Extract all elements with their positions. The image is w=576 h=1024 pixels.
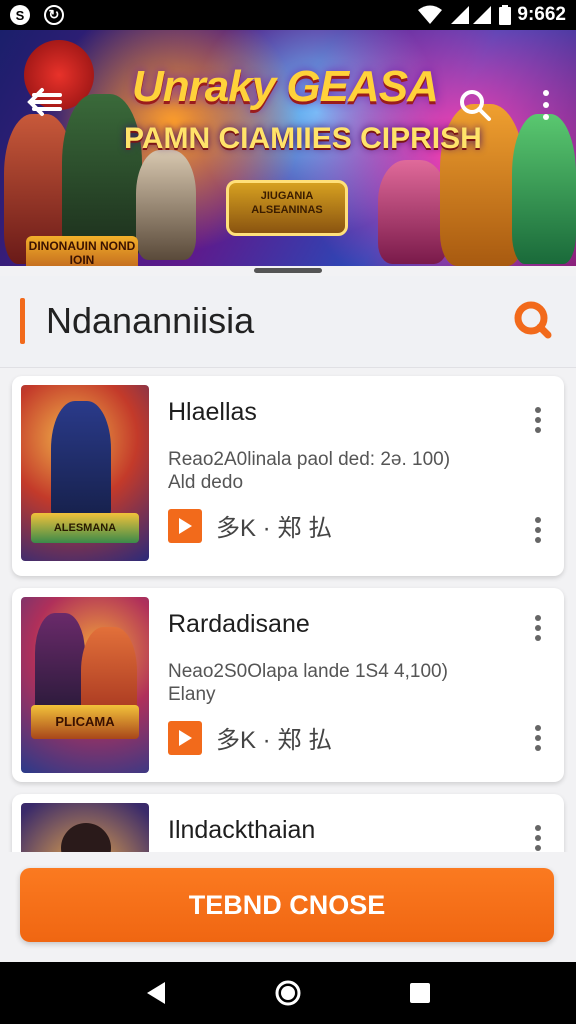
section-title: Ndananniisia (46, 300, 255, 341)
back-arrow-icon[interactable] (24, 82, 64, 122)
cta-bar: TEBND CNOSE (0, 852, 576, 962)
sync-icon: ↻ (44, 5, 64, 25)
hero-figure (136, 150, 196, 260)
item-title: Rardadisane (168, 610, 310, 638)
app-screen: S ↻ 9:662 Unraky GEASA PAMN CIAMIIES CIP… (0, 0, 576, 1024)
hero-figure (378, 160, 448, 264)
back-icon[interactable] (136, 973, 176, 1013)
more-vertical-icon[interactable] (528, 612, 548, 644)
section-accent-bar (20, 298, 25, 344)
more-vertical-icon[interactable] (536, 88, 556, 122)
item-description: Reao2A0linala paol ded: 2ə. 100) Ald ded… (168, 449, 451, 493)
item-title: Ilndackthaian (168, 816, 316, 844)
item-title: Hlaellas (168, 398, 257, 426)
primary-cta-button[interactable]: TEBND CNOSE (20, 868, 554, 942)
play-button[interactable] (168, 720, 202, 755)
banner-subtitle: PAMN CIAMIIES CIPRISH (124, 122, 482, 155)
recents-icon[interactable] (400, 973, 440, 1013)
hero-banner[interactable]: Unraky GEASA PAMN CIAMIIES CIPRISH JIUGA… (0, 30, 576, 266)
notification-icon: S (10, 5, 30, 25)
item-meta: 多K · 郑 払 (216, 727, 333, 754)
status-bar: S ↻ 9:662 (0, 0, 576, 30)
section-header: Ndananniisia (0, 276, 576, 368)
item-description: Neao2S0Olapa lande 1S4 4,100) Elany (168, 661, 448, 705)
play-button[interactable] (168, 508, 202, 543)
list-item[interactable]: ALESMANA Hlaellas Reao2A0linala paol ded… (12, 376, 564, 576)
signal-icon (451, 6, 492, 24)
more-vertical-icon[interactable] (528, 404, 548, 436)
search-icon[interactable] (458, 88, 492, 122)
play-icon (179, 729, 192, 746)
more-vertical-icon[interactable] (528, 822, 548, 854)
game-thumbnail: PLICAMA (21, 597, 149, 773)
game-thumbnail: ALESMANA (21, 385, 149, 561)
banner-title: Unraky GEASA (132, 62, 439, 111)
battery-icon (499, 5, 512, 25)
play-icon (179, 517, 192, 534)
system-nav-bar (0, 962, 576, 1024)
status-time: 9:662 (517, 4, 566, 25)
wifi-icon (418, 5, 443, 24)
more-vertical-icon[interactable] (528, 722, 548, 754)
item-meta: 多K · 郑 払 (216, 515, 333, 542)
search-icon[interactable] (510, 298, 554, 342)
banner-logo: DINONAUIN NOND IOIN (26, 236, 138, 266)
more-vertical-icon[interactable] (528, 514, 548, 546)
list-item[interactable]: PLICAMA Rardadisane Neao2S0Olapa lande 1… (12, 588, 564, 782)
banner-badge: JIUGANIA ALSEANINAS (226, 180, 348, 236)
home-icon[interactable] (268, 973, 308, 1013)
drag-handle[interactable] (254, 268, 322, 273)
hero-figure (512, 114, 576, 264)
